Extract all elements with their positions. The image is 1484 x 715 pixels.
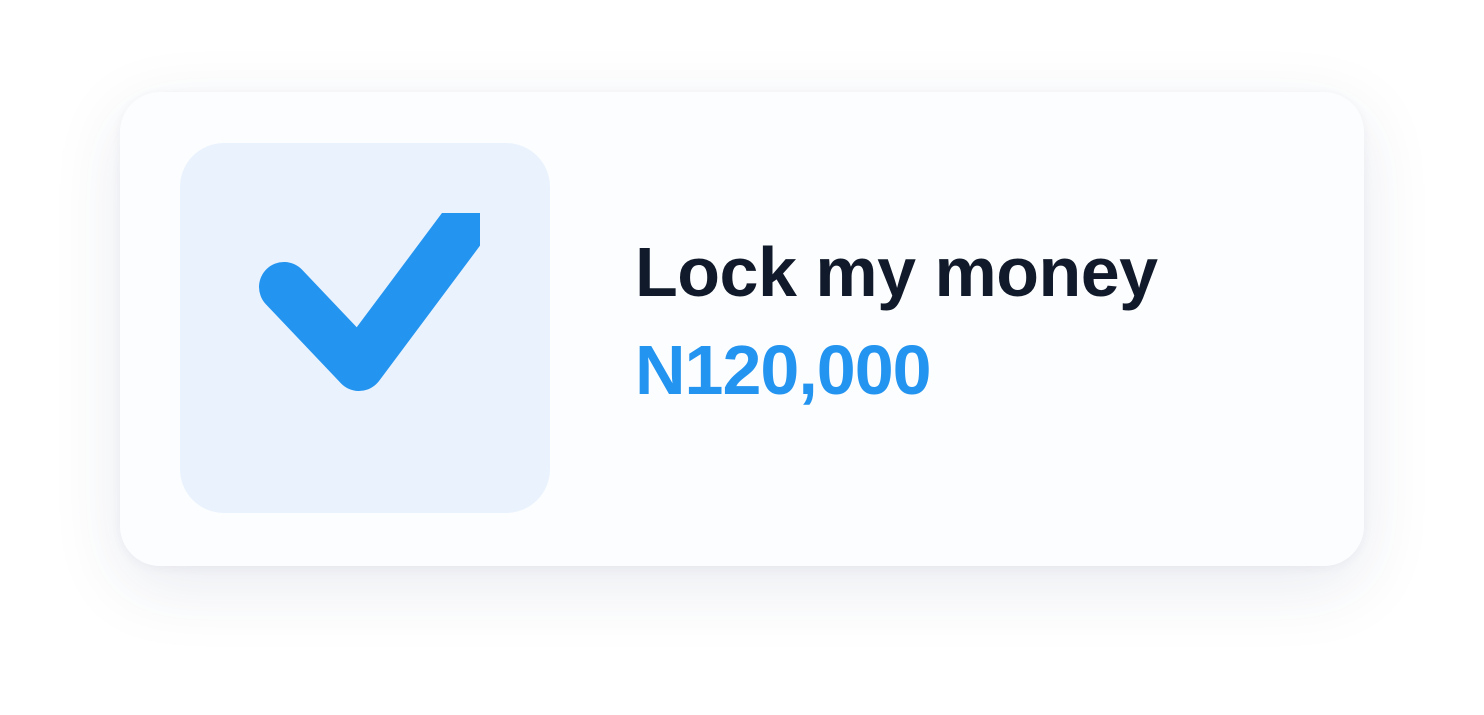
- option-text: Lock my money N120,000: [635, 232, 1158, 410]
- checkbox-tile[interactable]: [180, 143, 550, 513]
- locked-amount: N120,000: [635, 331, 932, 409]
- check-icon: [259, 213, 480, 391]
- lock-money-option-card[interactable]: Lock my money N120,000: [120, 92, 1364, 566]
- option-title: Lock my money: [635, 233, 1158, 311]
